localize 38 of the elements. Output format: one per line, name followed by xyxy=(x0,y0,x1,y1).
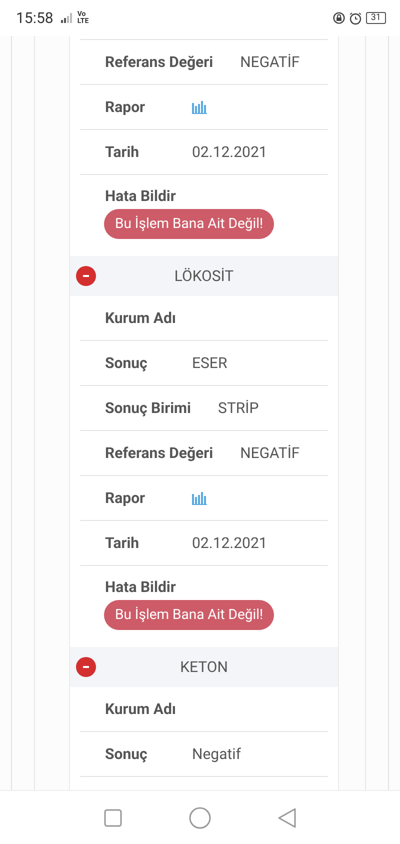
field-label: Rapor xyxy=(105,489,146,507)
report-button[interactable]: Bu İşlem Bana Ait Değil! xyxy=(104,600,274,630)
field-label: Sonuç xyxy=(105,745,148,763)
field-label: Rapor xyxy=(105,98,146,116)
report-button[interactable]: Bu İşlem Bana Ait Değil! xyxy=(104,209,274,239)
field-label: Referans Değeri xyxy=(105,53,214,71)
lock-icon xyxy=(332,12,345,24)
back-icon[interactable] xyxy=(278,808,296,828)
clock-time: 15:58 xyxy=(16,9,54,27)
field-label: Sonuç Birimi xyxy=(105,399,192,417)
field-label: Sonuç xyxy=(105,354,148,372)
collapse-icon[interactable] xyxy=(76,266,96,286)
field-label: Hata Bildir xyxy=(105,187,176,205)
field-label: Tarih xyxy=(105,143,140,161)
group-title: KETON xyxy=(179,658,229,676)
bar-chart-icon[interactable] xyxy=(192,100,207,114)
field-value: NEGATİF xyxy=(240,53,300,71)
group-header[interactable]: KETON xyxy=(70,647,338,687)
field-label: Referans Değeri xyxy=(105,444,214,462)
field-label: Hata Bildir xyxy=(105,578,176,596)
field-value: 02.12.2021 xyxy=(192,534,268,552)
field-value: 02.12.2021 xyxy=(192,143,268,161)
field-label: Kurum Adı xyxy=(105,309,176,327)
field-value: STRİP xyxy=(218,399,259,417)
field-label: Kurum Adı xyxy=(105,700,176,718)
battery-level: 31 xyxy=(366,12,386,24)
bar-chart-icon[interactable] xyxy=(192,491,207,505)
group-title: LÖKOSİT xyxy=(173,267,235,285)
field-value: NEGATİF xyxy=(240,444,300,462)
group-header[interactable]: LÖKOSİT xyxy=(70,256,338,296)
field-value: Negatif xyxy=(192,745,242,763)
recents-icon[interactable] xyxy=(104,808,122,826)
collapse-icon[interactable] xyxy=(76,657,96,677)
home-icon[interactable] xyxy=(188,806,211,828)
field-label: Tarih xyxy=(105,534,140,552)
signal-icon xyxy=(61,13,74,23)
alarm-icon xyxy=(348,12,362,24)
field-value: ESER xyxy=(192,354,228,372)
